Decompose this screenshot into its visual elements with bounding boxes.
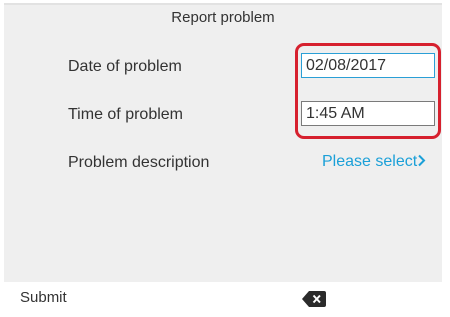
phone-screen: Report problem Date of problem 02/08/201… xyxy=(4,3,442,313)
please-select-label: Please select xyxy=(322,153,418,170)
problem-description-label: Problem description xyxy=(68,154,210,171)
time-of-problem-label: Time of problem xyxy=(68,106,183,123)
softkey-bar: Submit xyxy=(4,282,442,313)
page-title: Report problem xyxy=(171,9,275,26)
date-of-problem-label: Date of problem xyxy=(68,58,182,75)
time-of-problem-field[interactable]: 1:45 AM xyxy=(301,101,435,126)
chevron-right-icon xyxy=(417,154,426,172)
date-of-problem-field[interactable]: 02/08/2017 xyxy=(301,53,435,78)
submit-softkey[interactable]: Submit xyxy=(20,289,67,306)
backspace-icon[interactable] xyxy=(302,291,326,312)
problem-description-select[interactable]: Please select xyxy=(322,153,426,172)
